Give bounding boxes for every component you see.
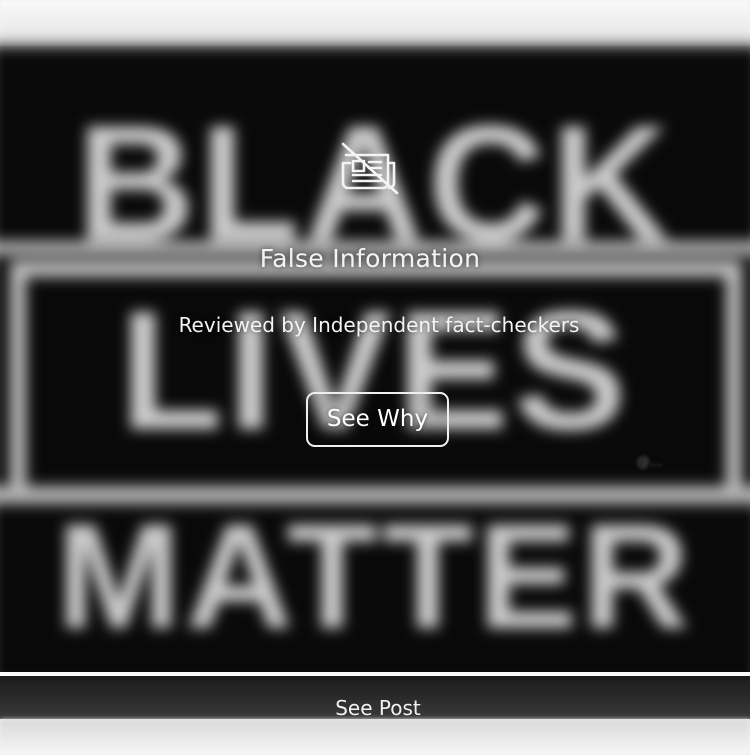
see-why-button[interactable]: See Why <box>306 392 449 447</box>
top-strip <box>0 0 750 44</box>
warning-subtitle: Reviewed by Independent fact-checkers <box>178 313 580 337</box>
see-post-button[interactable]: See Post <box>0 696 750 720</box>
news-crossed-out-icon <box>341 142 399 195</box>
warning-title: False Information <box>259 244 481 273</box>
screen: BLACK LIVES MATTER @... False Informatio… <box>0 0 750 755</box>
bottom-strip <box>0 719 750 755</box>
